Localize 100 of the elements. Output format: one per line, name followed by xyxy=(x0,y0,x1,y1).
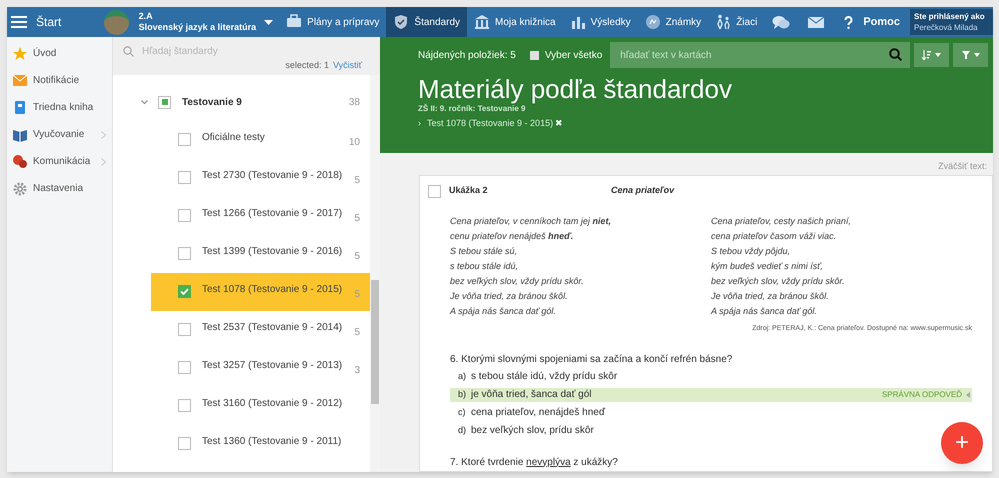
checkbox[interactable] xyxy=(178,247,191,260)
checkbox[interactable] xyxy=(178,171,191,184)
remove-button[interactable]: ✖ xyxy=(555,117,564,130)
tree-node-label[interactable]: Test 1360 (Testovanie 9 - 2011) xyxy=(202,434,342,449)
shield-check-icon xyxy=(393,14,410,30)
tree-node-label[interactable]: Test 3257 (Testovanie 9 - 2013) xyxy=(202,358,342,373)
checkbox[interactable] xyxy=(178,323,191,336)
correct-answer-label: SPRÁVNA ODPOVEĎ xyxy=(882,388,972,400)
tree-node-label[interactable]: Test 1266 (Testovanie 9 - 2017) xyxy=(202,206,342,221)
item-count: 5 xyxy=(354,174,360,188)
item-count: 10 xyxy=(348,136,360,150)
briefcase-icon xyxy=(286,14,302,30)
chevron-down-icon[interactable] xyxy=(141,100,148,104)
answer-text: bez veľkých slov, prídu skôr xyxy=(471,424,594,438)
card-search-field[interactable]: hľadať text v kartách xyxy=(610,42,910,68)
walking-people-icon xyxy=(715,14,732,30)
bar-chart-icon xyxy=(570,14,586,30)
poem-line: bez veľkých slov, vždy prídu skôr. xyxy=(450,275,585,288)
sidebar-item[interactable]: Triedna kniha xyxy=(7,94,112,121)
answer-text: je vôňa tried, šanca dať gól xyxy=(471,388,592,402)
question-mark-icon xyxy=(844,16,854,28)
checkbox[interactable] xyxy=(158,96,171,108)
tree-node-label[interactable]: Oficiálne testy xyxy=(202,130,265,145)
building-icon xyxy=(474,14,490,30)
poem-line: A spája nás šanca dať gól. xyxy=(450,305,557,318)
checkbox[interactable] xyxy=(428,184,441,198)
chat-bubbles-icon xyxy=(13,154,27,168)
subject-label: Slovenský jazyk a literatúra xyxy=(138,22,256,33)
poem-line: S tebou stále sú, xyxy=(450,245,518,258)
sidebar-item[interactable]: Notifikácie xyxy=(7,67,112,94)
nav-tab[interactable]: Výsledky xyxy=(562,7,638,37)
filter-icon xyxy=(962,51,970,59)
nav-tab[interactable]: Plány a prípravy xyxy=(279,7,386,37)
answer-text: s tebou stále idú, vždy prídu skôr xyxy=(471,370,618,384)
poem-line: Cena priateľov, v cenníkoch tam jej niet, xyxy=(450,215,612,228)
sort-button[interactable] xyxy=(914,43,949,67)
checkbox[interactable] xyxy=(178,133,191,146)
item-count: 3 xyxy=(354,364,360,378)
answer-letter: c) xyxy=(457,406,466,419)
chevron-right-icon xyxy=(101,130,106,138)
poem-line: bez veľkých slov, vždy prídu skôr. xyxy=(711,275,846,288)
nav-tab[interactable]: Žiaci xyxy=(708,7,764,37)
select-all-checkbox[interactable]: Vyber všetko xyxy=(530,48,602,62)
help-button[interactable]: Pomoc xyxy=(834,7,910,37)
tree-row[interactable]: Test 1266 (Testovanie 9 - 2017) 5 xyxy=(151,197,370,235)
tree-row[interactable]: Oficiálne testy 10 xyxy=(151,121,370,159)
nav-tab[interactable]: Moja knižnica xyxy=(467,7,563,37)
answer-letter: a) xyxy=(457,370,468,383)
sidebar-item[interactable]: Vyučovanie xyxy=(7,121,112,148)
sidebar-item[interactable]: Nastavenia xyxy=(7,175,112,202)
tree-node-label[interactable]: Test 2537 (Testovanie 9 - 2014) xyxy=(202,320,342,335)
tree-node-label[interactable]: Test 1399 (Testovanie 9 - 2016) xyxy=(202,244,342,259)
item-count: 38 xyxy=(348,96,360,110)
tree-row[interactable]: Test 1399 (Testovanie 9 - 2016) 5 xyxy=(151,235,370,273)
poem-line: Cena priateľov, cesty našich prianí, xyxy=(711,215,852,228)
tree-row[interactable]: Test 1078 (Testovanie 9 - 2015) 5 xyxy=(151,273,370,311)
checkbox[interactable] xyxy=(178,399,191,412)
page-subtitle: ZŠ II: 9. ročník: Testovanie 9 xyxy=(418,104,526,114)
class-label: 2.A xyxy=(138,11,154,22)
filter-button[interactable] xyxy=(953,43,988,67)
checkbox[interactable] xyxy=(178,437,191,450)
user-name: Perečková Milada xyxy=(914,22,979,33)
page-title: Materiály podľa štandardov xyxy=(418,74,733,104)
badge-icon xyxy=(644,14,661,30)
nav-tab[interactable]: Štandardy xyxy=(386,7,468,37)
search-icon xyxy=(889,48,902,61)
envelope-icon xyxy=(13,74,27,88)
nav-tab[interactable]: Známky xyxy=(638,7,708,37)
item-count: 5 xyxy=(354,250,360,264)
tree-row[interactable]: Test 3160 (Testovanie 9 - 2012) xyxy=(151,387,370,425)
checkbox[interactable] xyxy=(178,209,191,222)
tree-node-label[interactable]: Testovanie 9 xyxy=(182,94,242,110)
checkbox[interactable] xyxy=(178,361,191,374)
chat-bubbles-icon xyxy=(772,14,790,30)
tree-row[interactable]: Test 2537 (Testovanie 9 - 2014) 5 xyxy=(151,311,370,349)
breadcrumb-chevron: › xyxy=(418,117,421,130)
tree-node-label[interactable]: Test 3160 (Testovanie 9 - 2012) xyxy=(202,396,342,411)
answer-text: cena priateľov, nenájdeš hneď xyxy=(471,406,605,420)
scrollbar[interactable] xyxy=(370,75,380,472)
item-count: 5 xyxy=(354,288,360,302)
tree-node-label[interactable]: Test 2730 (Testovanie 9 - 2018) xyxy=(202,168,342,183)
question-text: 7. Ktoré tvrdenie nevyplýva z ukážky? xyxy=(450,456,618,470)
poem-line: Je vôňa tried, za bránou škôl. xyxy=(450,290,569,303)
tree-row[interactable]: Test 2730 (Testovanie 9 - 2018) 5 xyxy=(151,159,370,197)
sidebar-item[interactable]: Úvod xyxy=(7,40,112,67)
menu-button[interactable]: Štart xyxy=(7,7,96,37)
sidebar-item[interactable]: Komunikácia xyxy=(7,148,112,175)
star-icon xyxy=(13,46,27,60)
tree-row[interactable]: Test 1360 (Testovanie 9 - 2011) xyxy=(151,425,370,463)
card-title: Cena priateľov xyxy=(611,184,674,198)
breadcrumb-item[interactable]: Test 1078 (Testovanie 9 - 2015) xyxy=(427,117,554,130)
caret-left-icon xyxy=(966,392,970,398)
search-field[interactable]: Hľadaj štandardy xyxy=(142,44,342,58)
poem-line: S tebou vždy pôjdu, xyxy=(711,245,792,258)
caret-icon xyxy=(974,53,980,57)
checkbox[interactable] xyxy=(178,285,191,298)
tree-node-label[interactable]: Test 1078 (Testovanie 9 - 2015) xyxy=(202,282,342,297)
gear-icon xyxy=(13,182,27,196)
question-text: 6. Ktorými slovnými spojeniami sa začína a končí refrén básne? xyxy=(450,352,732,366)
tree-row[interactable]: Test 3257 (Testovanie 9 - 2013) 3 xyxy=(151,349,370,387)
